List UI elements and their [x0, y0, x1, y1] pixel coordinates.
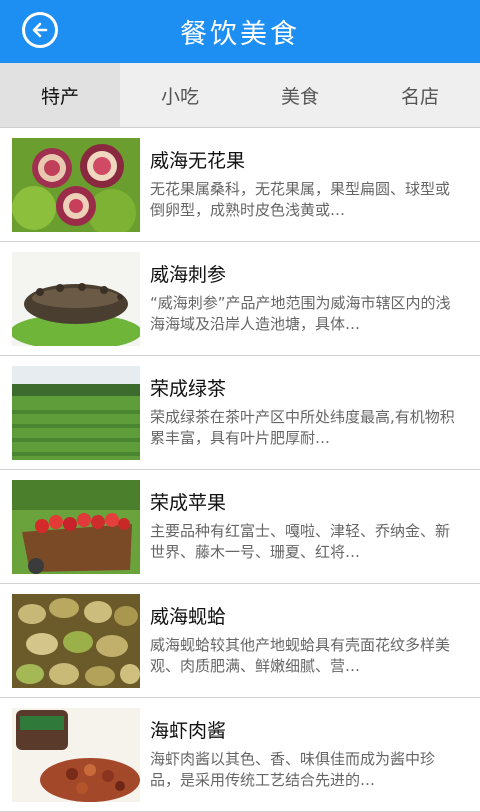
item-title: 威海刺参 — [150, 264, 227, 286]
item-title: 海虾肉酱 — [150, 720, 227, 742]
list-item[interactable]: 荣成苹果 主要品种有红富士、嘎啦、津轻、乔纳金、新世界、藤木一号、珊夏、红将… — [0, 470, 480, 584]
tab-cuisine[interactable]: 美食 — [240, 63, 360, 127]
item-description: 无花果属桑科，无花果属，果型扁圆、球型或倒卵型，成熟时皮色浅黄或… — [150, 180, 451, 219]
product-list: 威海无花果 无花果属桑科，无花果属，果型扁圆、球型或倒卵型，成熟时皮色浅黄或… … — [0, 128, 480, 812]
fig-thumbnail — [12, 138, 140, 232]
sea-cucumber-thumbnail — [12, 252, 140, 346]
item-title: 威海蚬蛤 — [150, 606, 227, 628]
tab-specialty[interactable]: 特产 — [0, 63, 120, 127]
back-arrow-icon — [32, 22, 48, 38]
category-tabs: 特产 小吃 美食 名店 — [0, 63, 480, 128]
tab-snacks[interactable]: 小吃 — [120, 63, 240, 127]
item-description: “威海刺参”产品产地范围为威海市辖区内的浅海海域及沿岸人造池塘，具体… — [150, 294, 451, 333]
list-item[interactable]: 威海刺参 “威海刺参”产品产地范围为威海市辖区内的浅海海域及沿岸人造池塘，具体… — [0, 242, 480, 356]
item-description: 海虾肉酱以其色、香、味俱佳而成为酱中珍品，是采用传统工艺结合先进的… — [150, 750, 436, 789]
back-button[interactable] — [22, 12, 58, 48]
list-item[interactable]: 荣成绿茶 荣成绿茶在茶叶产区中所处纬度最高,有机物积累丰富，具有叶片肥厚耐… — [0, 356, 480, 470]
clam-thumbnail — [12, 594, 140, 688]
item-description: 威海蚬蛤较其他产地蚬蛤具有壳面花纹多样美观、肉质肥满、鲜嫩细腻、营… — [150, 636, 451, 675]
item-title: 威海无花果 — [150, 150, 246, 172]
tea-field-thumbnail — [12, 366, 140, 460]
apple-cart-thumbnail — [12, 480, 140, 574]
item-title: 荣成苹果 — [150, 492, 227, 514]
item-title: 荣成绿茶 — [150, 378, 227, 400]
item-description: 主要品种有红富士、嘎啦、津轻、乔纳金、新世界、藤木一号、珊夏、红将… — [150, 522, 451, 561]
list-item[interactable]: 海虾肉酱 海虾肉酱以其色、香、味俱佳而成为酱中珍品，是采用传统工艺结合先进的… — [0, 698, 480, 812]
page-title: 餐饮美食 — [180, 19, 300, 50]
app-header: 餐饮美食 — [0, 0, 480, 63]
item-description: 荣成绿茶在茶叶产区中所处纬度最高,有机物积累丰富，具有叶片肥厚耐… — [150, 408, 455, 447]
list-item[interactable]: 威海蚬蛤 威海蚬蛤较其他产地蚬蛤具有壳面花纹多样美观、肉质肥满、鲜嫩细腻、营… — [0, 584, 480, 698]
shrimp-paste-thumbnail — [12, 708, 140, 802]
list-item[interactable]: 威海无花果 无花果属桑科，无花果属，果型扁圆、球型或倒卵型，成熟时皮色浅黄或… — [0, 128, 480, 242]
tab-famous-shops[interactable]: 名店 — [360, 63, 480, 127]
